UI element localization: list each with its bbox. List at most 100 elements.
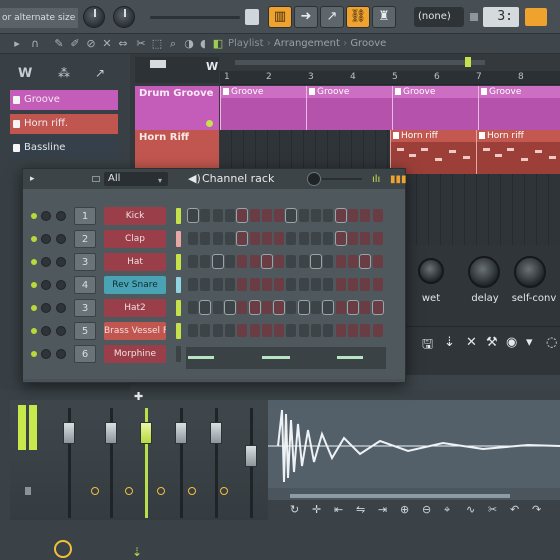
step-button[interactable] (212, 324, 223, 337)
pattern-select[interactable]: (none) (414, 7, 464, 27)
channel-pan-knob[interactable] (41, 257, 51, 267)
slice-tool-icon[interactable]: ✂ (134, 37, 148, 51)
step-button[interactable] (311, 324, 321, 337)
mixer-fader[interactable] (63, 422, 75, 444)
pattern-number-field[interactable]: 3: (483, 7, 519, 27)
playback-tool-icon[interactable]: ◑ (182, 37, 196, 51)
step-button[interactable] (200, 324, 211, 337)
channel-select-indicator[interactable] (176, 323, 181, 339)
playlist-zoom-icon[interactable] (150, 60, 166, 68)
step-button[interactable] (274, 278, 285, 291)
channel-volume-knob[interactable] (56, 280, 66, 290)
mixer-fader[interactable] (175, 422, 187, 444)
channel-mute-led[interactable] (31, 328, 37, 334)
step-button[interactable] (261, 324, 272, 337)
slip-tool-icon[interactable]: ⇔ (116, 37, 130, 51)
record-automation-button[interactable]: ↗ (320, 6, 344, 28)
mixer-route-icon[interactable] (91, 487, 99, 495)
pattern-item-groove[interactable]: Groove (10, 90, 118, 110)
mixer-fader[interactable] (210, 422, 222, 444)
save-icon[interactable]: 🖫 (422, 335, 433, 357)
mixer-fader[interactable] (245, 445, 257, 467)
channel-mute-led[interactable] (31, 282, 37, 288)
channel-name-button[interactable]: Brass Vessel FG (104, 322, 166, 340)
step-button[interactable] (311, 232, 321, 245)
step-button[interactable] (200, 255, 211, 268)
channel-mixer-track[interactable]: 3 (74, 299, 96, 317)
step-button[interactable] (286, 301, 297, 314)
zoom-tool-icon[interactable]: ⌕ (166, 37, 180, 51)
step-button[interactable] (347, 209, 358, 222)
channel-mute-led[interactable] (31, 259, 37, 265)
step-button[interactable] (188, 278, 198, 291)
cut-icon[interactable]: ✂ (488, 503, 497, 516)
step-button[interactable] (200, 278, 211, 291)
step-button[interactable] (372, 232, 383, 245)
step-button[interactable] (323, 255, 334, 268)
step-button[interactable] (323, 209, 334, 222)
step-button[interactable] (224, 324, 235, 337)
channel-select-indicator[interactable] (176, 208, 181, 224)
step-button[interactable] (224, 209, 235, 222)
mixer-route-icon[interactable] (188, 487, 196, 495)
main-volume-knob[interactable] (83, 6, 105, 28)
channel-pan-knob[interactable] (41, 349, 51, 359)
step-button[interactable] (359, 254, 372, 269)
add-icon[interactable]: ✛ (312, 503, 321, 516)
add-channel-icon[interactable]: ✚ (134, 390, 143, 403)
step-button[interactable] (286, 255, 297, 268)
step-button[interactable] (372, 209, 383, 222)
channel-pan-knob[interactable] (41, 234, 51, 244)
step-button[interactable] (298, 209, 309, 222)
cross-icon[interactable]: ✕ (466, 335, 477, 350)
step-button[interactable] (224, 278, 235, 291)
step-button[interactable] (274, 324, 285, 337)
channel-mixer-track[interactable]: 6 (74, 345, 96, 363)
swing-slider[interactable] (322, 178, 362, 180)
step-button[interactable] (249, 255, 260, 268)
step-button[interactable] (200, 232, 211, 245)
zoom-in-icon[interactable]: ⊕ (400, 503, 409, 516)
automation-icon[interactable]: ↗ (95, 66, 105, 80)
channel-volume-knob[interactable] (56, 234, 66, 244)
step-button[interactable] (261, 278, 272, 291)
record-icon[interactable]: ◉ (506, 335, 517, 350)
step-button[interactable] (347, 278, 358, 291)
step-button[interactable] (311, 301, 321, 314)
step-button[interactable] (334, 208, 347, 223)
step-button[interactable] (249, 209, 260, 222)
brush-icon[interactable]: ✐ (68, 37, 82, 51)
wave-tool-icon[interactable]: ∿ (466, 503, 475, 516)
step-button[interactable] (187, 208, 199, 223)
swing-knob[interactable] (307, 172, 321, 186)
channel-name-button[interactable]: Kick (104, 207, 166, 225)
step-button[interactable] (212, 232, 223, 245)
clip-groove[interactable]: Groove (392, 86, 478, 130)
step-button[interactable] (237, 255, 248, 268)
step-button[interactable] (285, 208, 298, 223)
step-button[interactable] (372, 278, 383, 291)
mixer-route-icon[interactable] (157, 487, 165, 495)
step-button[interactable] (334, 231, 347, 246)
mixer-fader-selected[interactable] (140, 422, 152, 444)
track-active-led[interactable] (206, 120, 213, 127)
arrow-down-icon[interactable]: ⇣ (444, 335, 455, 350)
speaker-tool-icon[interactable]: ◖ (196, 37, 210, 51)
step-button[interactable] (200, 209, 211, 222)
channel-mixer-track[interactable]: 1 (74, 207, 96, 225)
step-button[interactable] (360, 278, 371, 291)
step-button[interactable] (248, 300, 261, 315)
magnet-icon[interactable]: ∩ (28, 37, 42, 51)
channel-name-button[interactable]: Rev Snare (104, 276, 166, 294)
headphone-icon[interactable]: ◌ (546, 335, 557, 350)
slider-handle[interactable] (245, 9, 259, 25)
playlist-empty-track[interactable] (405, 174, 560, 246)
step-button[interactable] (311, 209, 321, 222)
channel-select-indicator[interactable] (176, 300, 181, 316)
wrench-icon[interactable]: ⚒ (486, 335, 498, 350)
channel-mixer-track[interactable]: 2 (74, 230, 96, 248)
zoom-out-icon[interactable]: ⊖ (422, 503, 431, 516)
step-button[interactable] (335, 324, 346, 337)
step-button[interactable] (360, 301, 371, 314)
step-button[interactable] (298, 324, 309, 337)
